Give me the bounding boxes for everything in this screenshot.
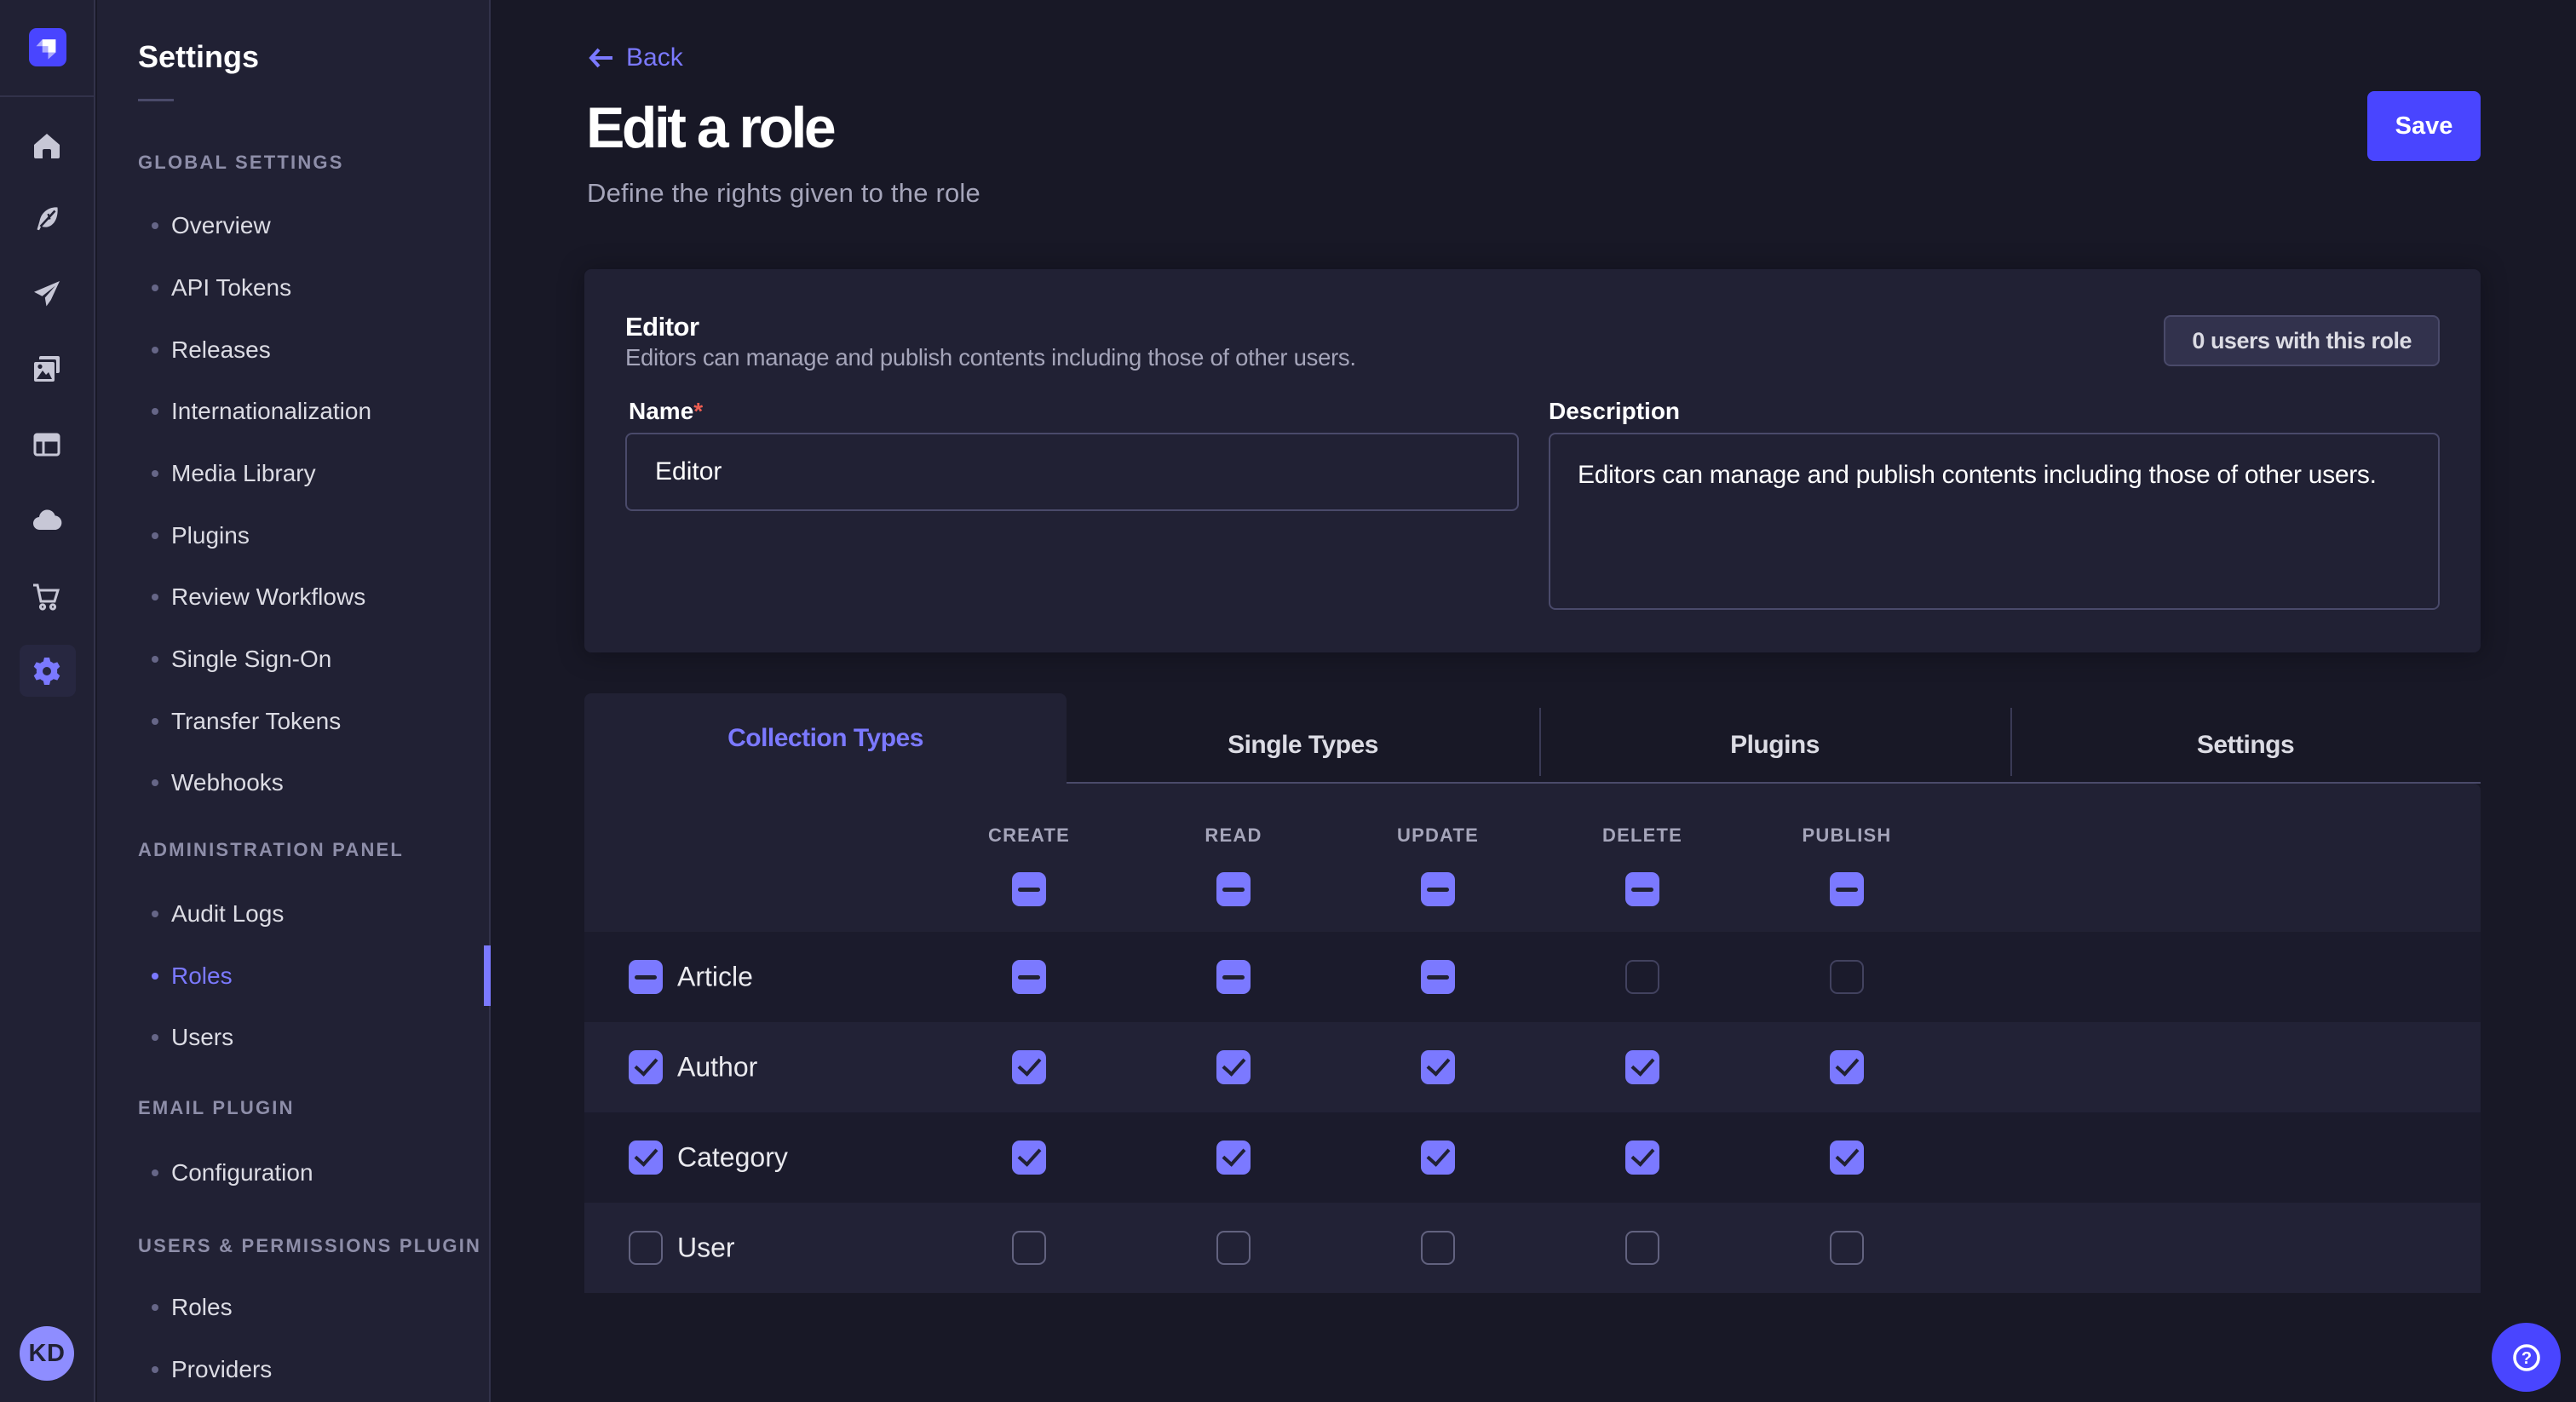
svg-text:?: ? (2521, 1349, 2531, 1368)
